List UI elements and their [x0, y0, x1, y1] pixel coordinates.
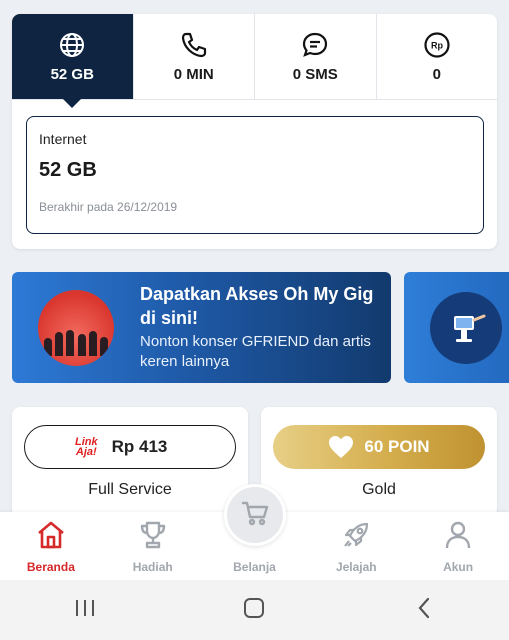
globe-icon	[57, 30, 87, 60]
nav-akun[interactable]: Akun	[407, 512, 509, 580]
svg-text:Rp: Rp	[431, 41, 443, 51]
tab-internet-label: 52 GB	[50, 66, 94, 83]
banner-thumbnail	[38, 290, 114, 366]
nav-akun-label: Akun	[443, 560, 474, 574]
quota-detail: Internet 52 GB Berakhir pada 26/12/2019	[26, 116, 484, 234]
balance-tabs: 52 GB 0 MIN 0 SMS Rp 0	[12, 14, 498, 108]
chat-icon	[300, 30, 330, 60]
points-value: 60 POIN	[364, 437, 430, 456]
points-card: 60 POIN Gold	[261, 407, 497, 517]
nav-jelajah[interactable]: Jelajah	[305, 512, 407, 580]
tab-sms-label: 0 SMS	[292, 66, 338, 83]
promo-banner-next[interactable]	[404, 272, 509, 383]
quota-expiry: Berakhir pada 26/12/2019	[39, 200, 178, 214]
points-caption: Gold	[362, 481, 396, 498]
home-square-icon	[243, 597, 265, 624]
home-icon	[36, 520, 66, 550]
banner-title: Dapatkan Akses Oh My Gig di sini!	[140, 284, 374, 328]
recent-apps-icon	[74, 598, 96, 623]
nav-hadiah-label: Hadiah	[132, 560, 173, 574]
nav-hadiah[interactable]: Hadiah	[102, 512, 204, 580]
rocket-icon	[341, 520, 371, 550]
points-button[interactable]: 60 POIN	[273, 425, 485, 469]
cart-icon	[240, 498, 270, 533]
balance-card: 52 GB 0 MIN 0 SMS Rp 0 Internet 52 GB Be…	[12, 14, 497, 249]
back-chevron-icon	[416, 597, 432, 624]
trophy-icon	[138, 520, 168, 550]
linkaja-balance-button[interactable]: Link Aja! Rp 413	[24, 425, 236, 469]
kiosk-icon	[430, 292, 502, 364]
quota-amount: 52 GB	[39, 159, 97, 181]
banner-subtitle: Nonton konser GFRIEND dan artis keren la…	[140, 333, 371, 370]
promo-banner[interactable]: Dapatkan Akses Oh My Gig di sini! Nonton…	[12, 272, 391, 383]
nav-belanja-label: Belanja	[233, 560, 276, 574]
nav-beranda-label: Beranda	[26, 560, 75, 574]
linkaja-caption: Full Service	[88, 481, 172, 498]
tab-credit[interactable]: Rp 0	[377, 14, 498, 99]
phone-icon	[179, 30, 209, 60]
tab-sms[interactable]: 0 SMS	[255, 14, 377, 99]
tab-call[interactable]: 0 MIN	[134, 14, 255, 99]
back-button[interactable]	[394, 590, 454, 630]
linkaja-logo: Link Aja!	[75, 436, 98, 458]
linkaja-card: Link Aja! Rp 413 Full Service	[12, 407, 248, 517]
heart-icon	[328, 435, 354, 459]
rupiah-coin-icon: Rp	[422, 30, 452, 60]
recent-apps-button[interactable]	[55, 590, 115, 630]
quota-title: Internet	[39, 131, 87, 147]
cart-button[interactable]	[224, 484, 286, 546]
tab-call-label: 0 MIN	[173, 66, 214, 83]
nav-jelajah-label: Jelajah	[335, 560, 377, 574]
tab-internet[interactable]: 52 GB	[12, 14, 134, 108]
system-nav-bar	[0, 580, 509, 640]
tab-credit-label: 0	[432, 66, 441, 83]
user-icon	[443, 520, 473, 550]
home-system-button[interactable]	[224, 590, 284, 630]
nav-beranda[interactable]: Beranda	[0, 512, 102, 580]
linkaja-balance: Rp 413	[111, 437, 168, 456]
